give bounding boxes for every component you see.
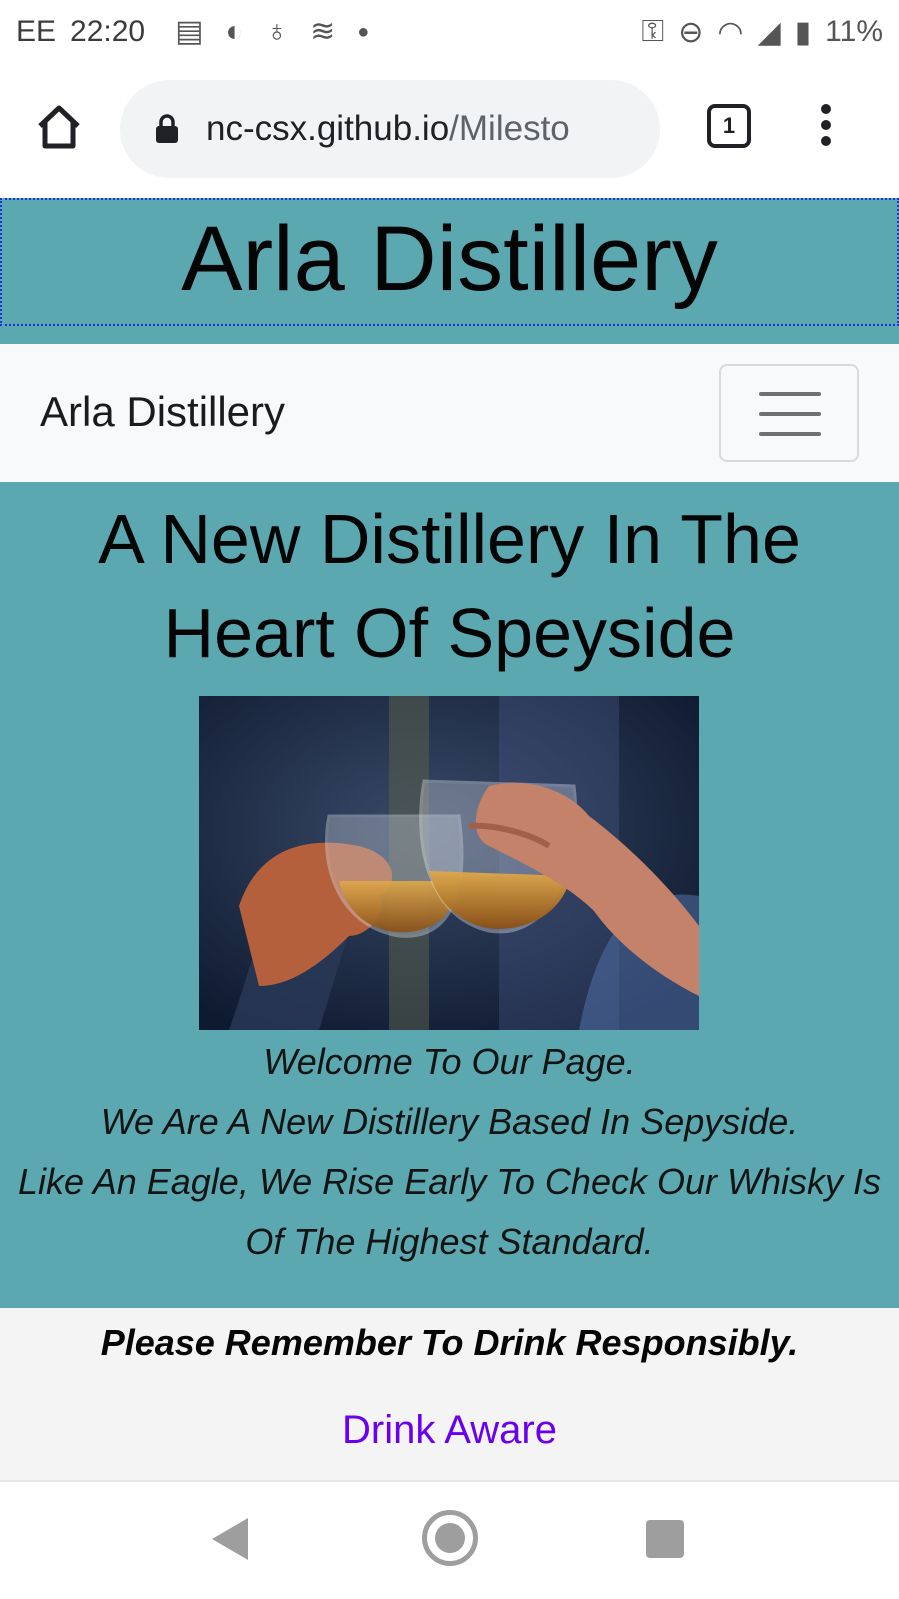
browser-toolbar: nc-csx.github.io/Milesto 1 bbox=[0, 64, 899, 196]
hero-heading: A New Distillery In The Heart Of Speysid… bbox=[98, 500, 801, 672]
tab-switcher-button[interactable]: 1 bbox=[707, 104, 751, 148]
hero-image bbox=[199, 696, 699, 1030]
address-bar[interactable]: nc-csx.github.io/Milesto bbox=[120, 80, 660, 178]
drink-aware-link[interactable]: Drink Aware bbox=[342, 1408, 557, 1453]
carrier-label: EE bbox=[16, 15, 57, 48]
header-spacer bbox=[0, 326, 899, 344]
more-menu-icon[interactable] bbox=[818, 104, 834, 152]
navbar: Arla Distillery bbox=[0, 344, 899, 482]
home-button-icon[interactable] bbox=[422, 1510, 478, 1566]
status-bar: EE 22:20 ▤ ◐ ♁ ≋ ● ⚿ ⊖ ◠ ◢ ▮ 11% bbox=[0, 0, 899, 64]
clock: 22:20 bbox=[70, 15, 146, 48]
status-left: EE 22:20 bbox=[16, 15, 145, 49]
url-text: nc-csx.github.io/Milesto bbox=[206, 109, 570, 149]
hamburger-line bbox=[759, 432, 821, 436]
welcome-text: Welcome To Our Page. We Are A New Distil… bbox=[0, 1032, 899, 1272]
lock-icon bbox=[156, 114, 178, 143]
navbar-brand[interactable]: Arla Distillery bbox=[40, 388, 285, 436]
key-icon: ⚿ bbox=[641, 15, 665, 48]
recent-apps-icon[interactable] bbox=[646, 1520, 684, 1558]
signal-icon: ◢ bbox=[757, 15, 781, 49]
url-path: /Milesto bbox=[449, 109, 570, 148]
battery-percent: 11% bbox=[825, 15, 883, 48]
site-title: Arla Distillery bbox=[181, 208, 718, 310]
news-icon: ▤ bbox=[175, 15, 204, 48]
browser-app-icon: ◐ bbox=[225, 15, 244, 48]
url-host: nc-csx.github.io bbox=[206, 109, 450, 148]
welcome-line: Welcome To Our Page. bbox=[263, 1041, 636, 1082]
wifi-icon: ◠ bbox=[717, 15, 744, 49]
layers-icon: ≋ bbox=[310, 15, 336, 48]
back-icon[interactable] bbox=[212, 1518, 248, 1560]
dnd-icon: ⊖ bbox=[678, 15, 704, 49]
drink-responsibly-notice: Please Remember To Drink Responsibly. bbox=[100, 1322, 799, 1363]
hamburger-line bbox=[759, 412, 821, 416]
bulb-icon: ♁ bbox=[265, 15, 289, 48]
welcome-line: We Are A New Distillery Based In Sepysid… bbox=[100, 1101, 799, 1142]
notification-icons: ▤ ◐ ♁ ≋ ● bbox=[175, 17, 369, 47]
battery-charging-icon: ▮ bbox=[794, 15, 812, 49]
site-header: Arla Distillery bbox=[0, 198, 899, 326]
home-icon[interactable] bbox=[34, 102, 84, 152]
system-navigation-bar bbox=[0, 1480, 899, 1599]
whisky-glasses-illustration bbox=[199, 696, 699, 1030]
welcome-line: Like An Eagle, We Rise Early To Check Ou… bbox=[18, 1161, 881, 1262]
system-icons: ⚿ ⊖ ◠ ◢ ▮ 11% bbox=[641, 15, 883, 50]
hamburger-line bbox=[759, 392, 821, 396]
hero-section: A New Distillery In The Heart Of Speysid… bbox=[0, 482, 899, 1308]
footer: Please Remember To Drink Responsibly. Dr… bbox=[0, 1308, 899, 1480]
hamburger-menu-button[interactable] bbox=[719, 364, 859, 462]
dot-icon: ● bbox=[357, 21, 370, 43]
